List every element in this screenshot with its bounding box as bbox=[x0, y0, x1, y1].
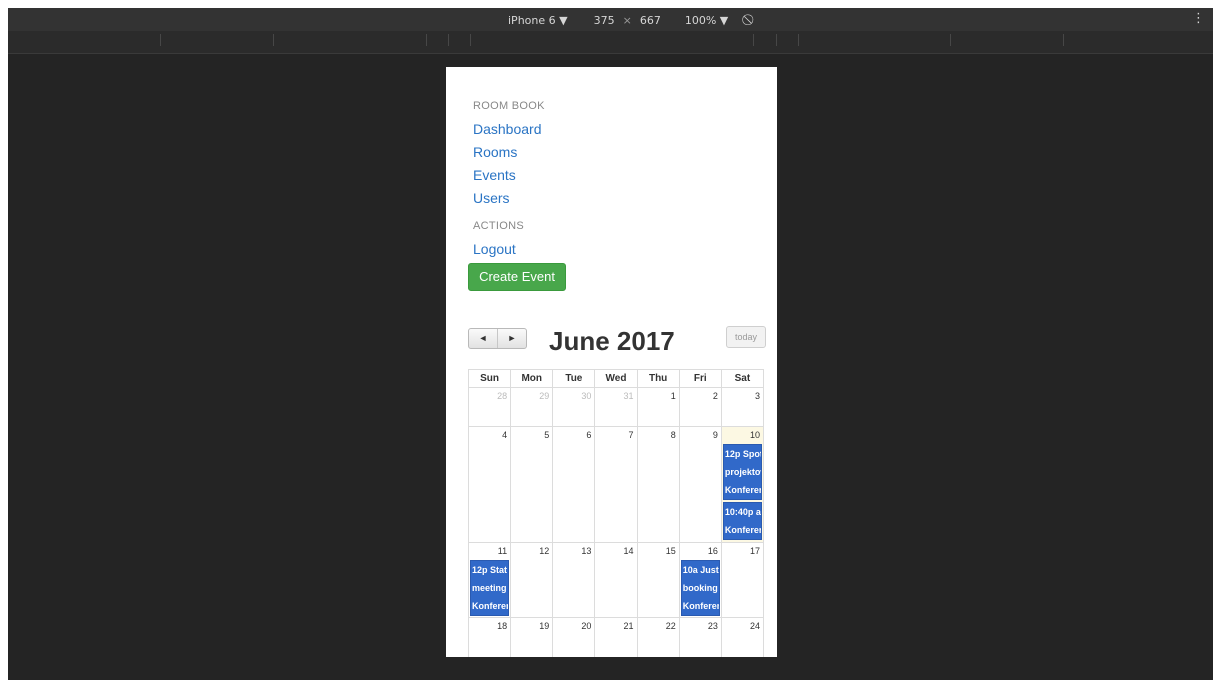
calendar-event[interactable]: 10:40p a Konferen bbox=[722, 502, 762, 540]
media-query-ruler bbox=[8, 31, 1213, 54]
mobile-page: ROOM BOOK Dashboard Rooms Events Users A… bbox=[446, 67, 777, 657]
day-cell[interactable]: 3 bbox=[720, 387, 765, 427]
day-cell-today[interactable]: 10 12p Spot projektow Konferen 10:40p a … bbox=[720, 426, 765, 543]
event-line: 12p Stat bbox=[472, 565, 508, 575]
day-cell[interactable]: 18 bbox=[467, 617, 512, 657]
calendar-event[interactable]: 10a Just booking Konferen bbox=[680, 560, 720, 616]
week-row: 28 29 30 31 1 2 3 bbox=[467, 387, 765, 427]
sidebar-nav: ROOM BOOK Dashboard Rooms Events Users A… bbox=[473, 100, 773, 261]
day-cell[interactable]: 11 12p Stat meeting Konferen bbox=[467, 542, 512, 618]
nav-link-events[interactable]: Events bbox=[473, 164, 773, 187]
week-row: 11 12p Stat meeting Konferen 12 13 14 15… bbox=[467, 542, 765, 618]
nav-link-logout[interactable]: Logout bbox=[473, 238, 773, 261]
day-cell[interactable]: 30 bbox=[552, 387, 596, 427]
day-cell[interactable]: 8 bbox=[636, 426, 680, 543]
width-field[interactable]: 375 bbox=[594, 14, 615, 27]
nav-link-rooms[interactable]: Rooms bbox=[473, 141, 773, 164]
day-cell[interactable]: 5 bbox=[510, 426, 554, 543]
device-toolbar: iPhone 6 ▼ 375 × 667 100% ▼ ⃠ ⋮ bbox=[8, 8, 1213, 31]
day-cell[interactable]: 13 bbox=[552, 542, 596, 618]
day-cell[interactable]: 21 bbox=[594, 617, 638, 657]
weekday-row: Sun Mon Tue Wed Thu Fri Sat bbox=[467, 369, 765, 388]
weekday-mon: Mon bbox=[510, 369, 554, 388]
calendar-header: ◄ ► June 2017 today bbox=[468, 326, 766, 360]
weekday-fri: Fri bbox=[678, 369, 722, 388]
next-month-button[interactable]: ► bbox=[497, 329, 526, 348]
vertical-dots-icon[interactable]: ⋮ bbox=[1192, 11, 1205, 26]
event-line: Konferen bbox=[682, 601, 720, 611]
devtools-viewport: iPhone 6 ▼ 375 × 667 100% ▼ ⃠ ⋮ ROOM BOO… bbox=[8, 8, 1213, 680]
day-cell[interactable]: 24 bbox=[720, 617, 765, 657]
day-cell[interactable]: 29 bbox=[510, 387, 554, 427]
event-line: meeting bbox=[472, 583, 507, 593]
calendar-nav-buttons: ◄ ► bbox=[468, 328, 527, 349]
calendar-title: June 2017 bbox=[549, 326, 675, 356]
day-cell[interactable]: 7 bbox=[594, 426, 638, 543]
nav-link-dashboard[interactable]: Dashboard bbox=[473, 118, 773, 141]
day-cell[interactable]: 28 bbox=[467, 387, 512, 427]
event-line: 12p Spot bbox=[724, 449, 762, 459]
day-cell[interactable]: 14 bbox=[594, 542, 638, 618]
day-cell[interactable]: 31 bbox=[594, 387, 638, 427]
create-event-button[interactable]: Create Event bbox=[468, 263, 566, 291]
weekday-wed: Wed bbox=[594, 369, 638, 388]
times-sign: × bbox=[622, 13, 632, 27]
today-button[interactable]: today bbox=[726, 326, 766, 348]
nav-link-users[interactable]: Users bbox=[473, 187, 773, 210]
day-cell[interactable]: 20 bbox=[552, 617, 596, 657]
nav-header-room-book: ROOM BOOK bbox=[473, 100, 545, 112]
weekday-sat: Sat bbox=[720, 369, 765, 388]
day-cell[interactable]: 16 10a Just booking Konferen bbox=[678, 542, 722, 618]
zoom-select[interactable]: 100% ▼ bbox=[685, 14, 728, 27]
day-cell[interactable]: 22 bbox=[636, 617, 680, 657]
calendar-event[interactable]: 12p Stat meeting Konferen bbox=[470, 560, 510, 616]
weekday-tue: Tue bbox=[552, 369, 596, 388]
day-cell[interactable]: 4 bbox=[467, 426, 512, 543]
weekday-thu: Thu bbox=[636, 369, 680, 388]
day-cell[interactable]: 1 bbox=[636, 387, 680, 427]
event-line: projektow bbox=[724, 467, 761, 477]
event-line: booking bbox=[682, 583, 718, 593]
calendar-event[interactable]: 12p Spot projektow Konferen bbox=[722, 444, 762, 500]
week-row: 18 19 20 21 22 23 24 bbox=[467, 617, 765, 657]
day-cell[interactable]: 2 bbox=[678, 387, 722, 427]
day-cell[interactable]: 12 bbox=[510, 542, 554, 618]
week-row: 4 5 6 7 8 9 10 12p Spot projektow Konfer… bbox=[467, 426, 765, 543]
height-field[interactable]: 667 bbox=[640, 14, 661, 27]
day-cell[interactable]: 17 bbox=[720, 542, 765, 618]
device-select[interactable]: iPhone 6 ▼ bbox=[508, 14, 568, 27]
day-cell[interactable]: 23 bbox=[678, 617, 722, 657]
month-grid: Sun Mon Tue Wed Thu Fri Sat 28 29 30 31 … bbox=[467, 369, 765, 657]
day-cell[interactable]: 15 bbox=[636, 542, 680, 618]
event-line: 10a Just bbox=[682, 565, 719, 575]
day-cell[interactable]: 9 bbox=[678, 426, 722, 543]
weekday-sun: Sun bbox=[467, 369, 512, 388]
event-line: Konferen bbox=[472, 601, 510, 611]
event-line: 10:40p a bbox=[724, 507, 761, 517]
event-line: Konferen bbox=[724, 525, 762, 535]
prev-month-button[interactable]: ◄ bbox=[469, 329, 497, 348]
event-line: Konferen bbox=[724, 485, 762, 495]
day-cell[interactable]: 6 bbox=[552, 426, 596, 543]
day-cell[interactable]: 19 bbox=[510, 617, 554, 657]
nav-header-actions: ACTIONS bbox=[473, 220, 524, 232]
